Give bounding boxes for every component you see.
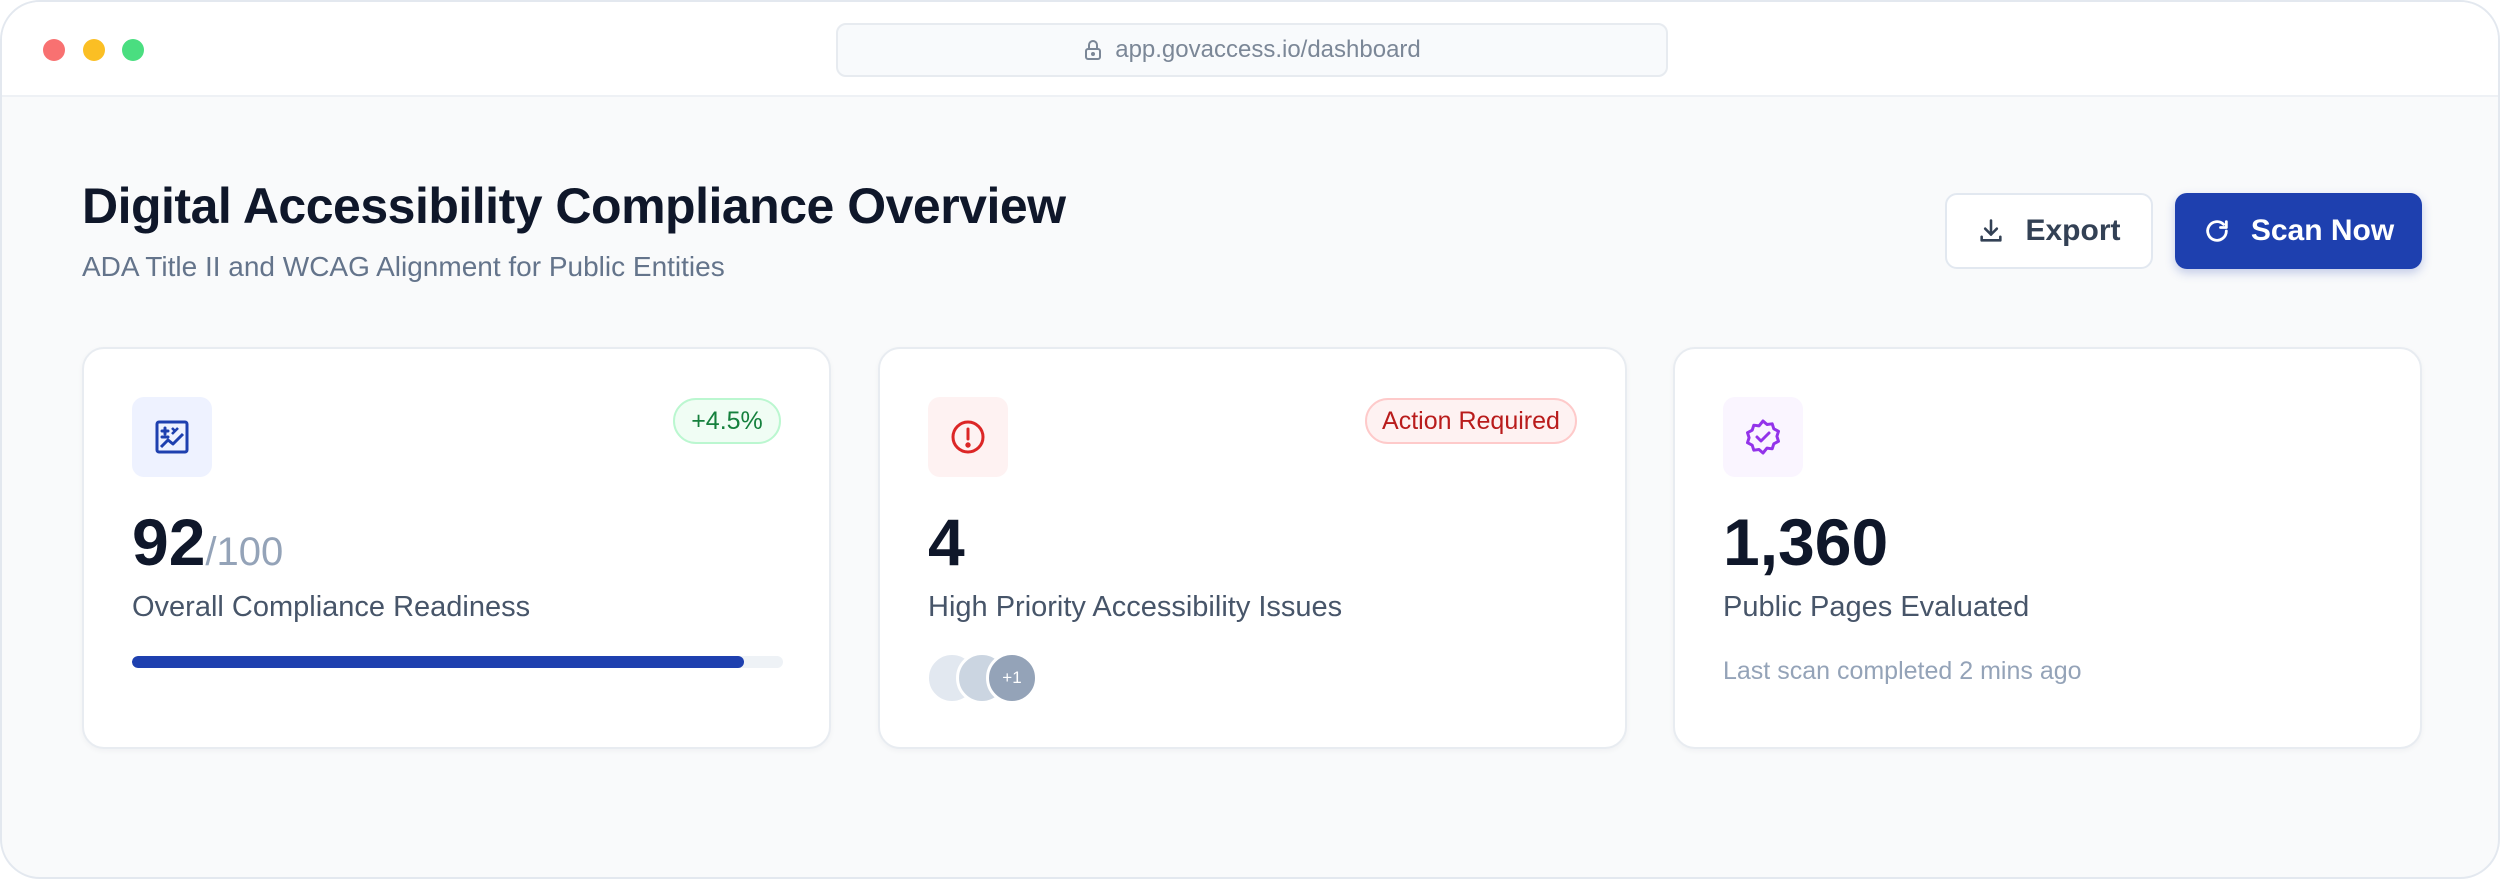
refresh-icon <box>2206 220 2228 242</box>
assignee-avatars[interactable]: +1 <box>926 652 1046 704</box>
action-required-badge: Action Required <box>1365 398 1577 444</box>
readiness-label: Overall Compliance Readiness <box>132 591 531 623</box>
scan-now-label: Scan Now <box>2250 214 2395 247</box>
url-text: app.govaccess.io/dashboard <box>1115 36 1421 63</box>
minimize-window-button[interactable] <box>83 39 105 61</box>
readiness-suffix: /100 <box>205 530 284 574</box>
export-button[interactable]: Export <box>1945 193 2153 269</box>
verified-badge-icon <box>1746 419 1780 455</box>
compliance-readiness-card: +4.5% 92/100 Overall Compliance Readines… <box>82 347 831 749</box>
priority-issues-card: Action Required 4 High Priority Accessib… <box>878 347 1627 749</box>
readiness-progress-fill <box>132 656 744 668</box>
verified-icon-box <box>1723 397 1803 477</box>
more-avatars-count: +1 <box>986 652 1038 704</box>
chart-icon-box <box>132 397 212 477</box>
scan-now-button[interactable]: Scan Now <box>2175 193 2422 269</box>
maximize-window-button[interactable] <box>122 39 144 61</box>
address-bar[interactable]: app.govaccess.io/dashboard <box>836 23 1668 77</box>
close-window-button[interactable] <box>43 39 65 61</box>
browser-window: app.govaccess.io/dashboard Digital Acces… <box>0 0 2500 879</box>
last-scan-note: Last scan completed 2 mins ago <box>1723 657 2082 685</box>
alert-icon-box <box>928 397 1008 477</box>
trend-badge: +4.5% <box>673 398 781 444</box>
pages-count: 1,360 <box>1723 505 1889 579</box>
readiness-score: 92/100 <box>132 509 283 575</box>
browser-titlebar: app.govaccess.io/dashboard <box>2 2 2498 97</box>
page-title: Digital Accessibility Compliance Overvie… <box>82 178 1066 234</box>
alert-circle-icon <box>951 420 985 454</box>
page-subtitle: ADA Title II and WCAG Alignment for Publ… <box>82 251 725 282</box>
export-label: Export <box>2025 214 2121 247</box>
lock-icon <box>1085 40 1102 60</box>
chart-icon <box>155 420 189 454</box>
pages-label: Public Pages Evaluated <box>1723 591 2030 623</box>
issues-count: 4 <box>928 505 965 579</box>
readiness-value: 92 <box>132 505 206 579</box>
readiness-progress-bar <box>132 656 783 668</box>
issues-label: High Priority Accessibility Issues <box>928 591 1343 623</box>
pages-evaluated-card: 1,360 Public Pages Evaluated Last scan c… <box>1673 347 2422 749</box>
download-icon <box>1980 219 2003 242</box>
